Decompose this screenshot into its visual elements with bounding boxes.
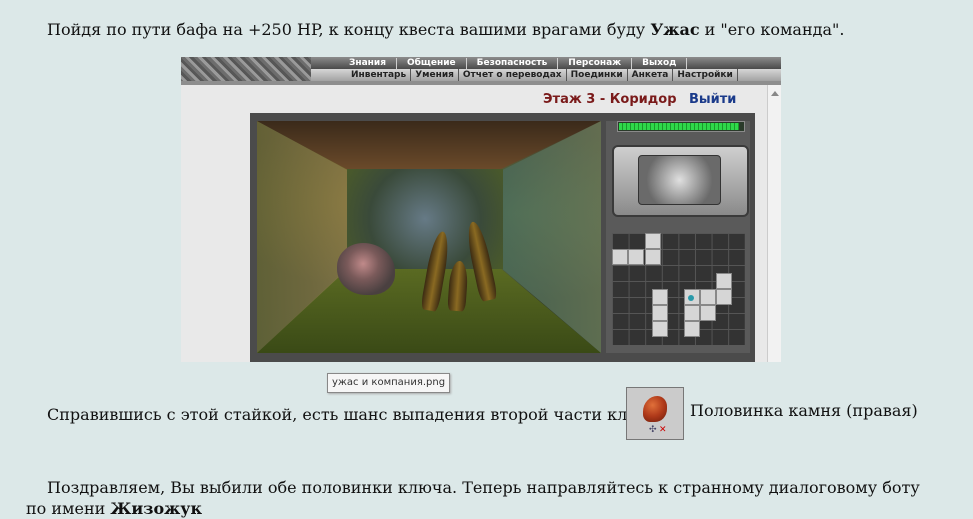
intro-text: Пойдя по пути бафа на +250 HP, к концу к… [47, 20, 651, 39]
intro-text-end: и "его команда". [699, 20, 845, 39]
player-marker-icon [688, 295, 694, 301]
dungeon-minimap [612, 233, 745, 345]
image-tooltip: ужас и компания.png [327, 373, 451, 393]
menu-item-chat[interactable]: Общение [397, 58, 467, 69]
map-cell [700, 289, 716, 305]
npc-name: Жизожук [110, 499, 203, 518]
compass-center [638, 155, 721, 205]
dungeon-view [257, 121, 601, 353]
hp-bar-fill [619, 123, 740, 130]
item-drop-icon: ✕ [659, 425, 667, 435]
map-cell [684, 321, 700, 337]
menu-item-security[interactable]: Безопасность [467, 58, 559, 69]
item-slot[interactable]: ✣ ✕ [626, 387, 684, 440]
scrollbar[interactable] [767, 85, 781, 362]
map-cell [652, 289, 668, 305]
compass-icon[interactable] [612, 145, 749, 217]
menu-item-exit[interactable]: Выход [632, 58, 688, 69]
menu-item-character[interactable]: Персонаж [558, 58, 633, 69]
exit-link[interactable]: Выйти [689, 92, 736, 107]
map-cell [645, 249, 661, 265]
hp-bar [617, 121, 745, 132]
paragraph-intro: Пойдя по пути бафа на +250 HP, к концу к… [26, 19, 844, 40]
map-cell [652, 321, 668, 337]
map-cell [628, 249, 644, 265]
frame-divider [181, 81, 781, 85]
game-main-menu: Знания Общение Безопасность Персонаж Вых… [339, 58, 688, 69]
map-cell [716, 273, 732, 289]
item-info-icon: ✣ [649, 425, 657, 435]
map-cell [716, 289, 732, 305]
scroll-up-icon[interactable] [771, 91, 779, 96]
drop-chance-text: Справившись с этой стайкой, есть шанс вы… [47, 405, 662, 424]
map-cell [684, 305, 700, 321]
menu-item-knowledge[interactable]: Знания [339, 58, 397, 69]
stone-half-icon [643, 396, 667, 422]
paragraph-congrats: Поздравляем, Вы выбили обе половинки клю… [26, 477, 926, 519]
map-cell [700, 305, 716, 321]
floor-title: Этаж 3 - Коридор [543, 92, 677, 107]
enemy-name: Ужас [650, 20, 700, 39]
game-screenshot: Знания Общение Безопасность Персонаж Вых… [181, 57, 781, 362]
stone-decoration [181, 57, 311, 83]
map-cell [612, 249, 628, 265]
item-name: Половинка камня (правая) [690, 401, 918, 420]
map-cell [645, 233, 661, 249]
map-cell [652, 305, 668, 321]
